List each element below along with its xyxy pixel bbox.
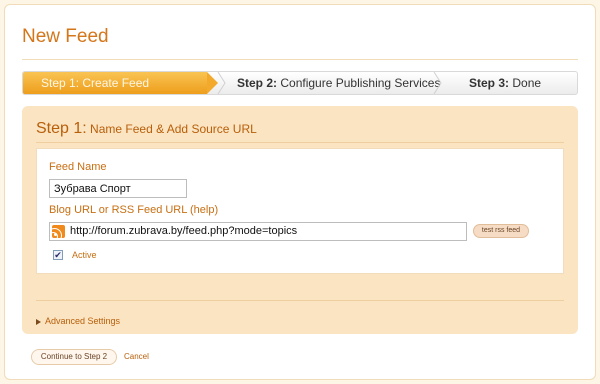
feed-url-label: Blog URL or RSS Feed URL (help) <box>49 204 219 216</box>
feed-url-input[interactable]: http://forum.zubrava.by/feed.php?mode=to… <box>49 222 467 241</box>
step-separator-1 <box>217 72 226 94</box>
feed-url-value: http://forum.zubrava.by/feed.php?mode=to… <box>70 225 298 237</box>
step-1-create-feed: Step 1: Create Feed <box>23 72 207 94</box>
panel-divider-top <box>36 142 564 143</box>
cancel-link[interactable]: Cancel <box>124 352 149 361</box>
page-title: New Feed <box>22 26 109 47</box>
feed-form: Feed Name Blog URL or RSS Feed URL (help… <box>36 148 564 274</box>
active-label: Active <box>72 250 97 260</box>
advanced-settings-label: Advanced Settings <box>45 316 121 326</box>
panel-heading-number: Step 1: <box>36 120 87 137</box>
step-2-label: Configure Publishing Services <box>280 76 441 90</box>
step-2-configure-publishing: Step 2: Configure Publishing Services <box>237 72 440 94</box>
continue-to-step-2-button[interactable]: Continue to Step 2 <box>31 349 117 365</box>
rss-icon <box>52 225 65 238</box>
advanced-settings-toggle[interactable]: Advanced Settings <box>36 316 120 326</box>
step-separator-2 <box>433 72 442 94</box>
step-1-label: Create Feed <box>82 76 150 90</box>
step-3-number: Step 3: <box>469 76 510 90</box>
panel-heading-text: Name Feed & Add Source URL <box>90 122 257 136</box>
step-1-panel: Step 1: Name Feed & Add Source URL Feed … <box>22 106 578 334</box>
step-3-done: Step 3: Done <box>469 72 541 94</box>
step-2-number: Step 2: <box>237 76 278 90</box>
feed-name-label: Feed Name <box>49 161 107 173</box>
title-divider <box>22 59 578 60</box>
step-1-number: Step 1: <box>41 76 80 90</box>
step-3-label: Done <box>512 76 542 90</box>
feed-name-input[interactable] <box>49 179 187 198</box>
triangle-right-icon <box>36 318 41 325</box>
active-checkbox[interactable]: ✔ <box>53 250 63 260</box>
panel-divider-bottom <box>36 300 564 301</box>
panel-heading: Step 1: Name Feed & Add Source URL <box>36 120 257 138</box>
steps-progress-bar: Step 1: Create Feed Step 2: Configure Pu… <box>22 71 578 95</box>
test-rss-feed-button[interactable]: test rss feed <box>473 224 529 238</box>
